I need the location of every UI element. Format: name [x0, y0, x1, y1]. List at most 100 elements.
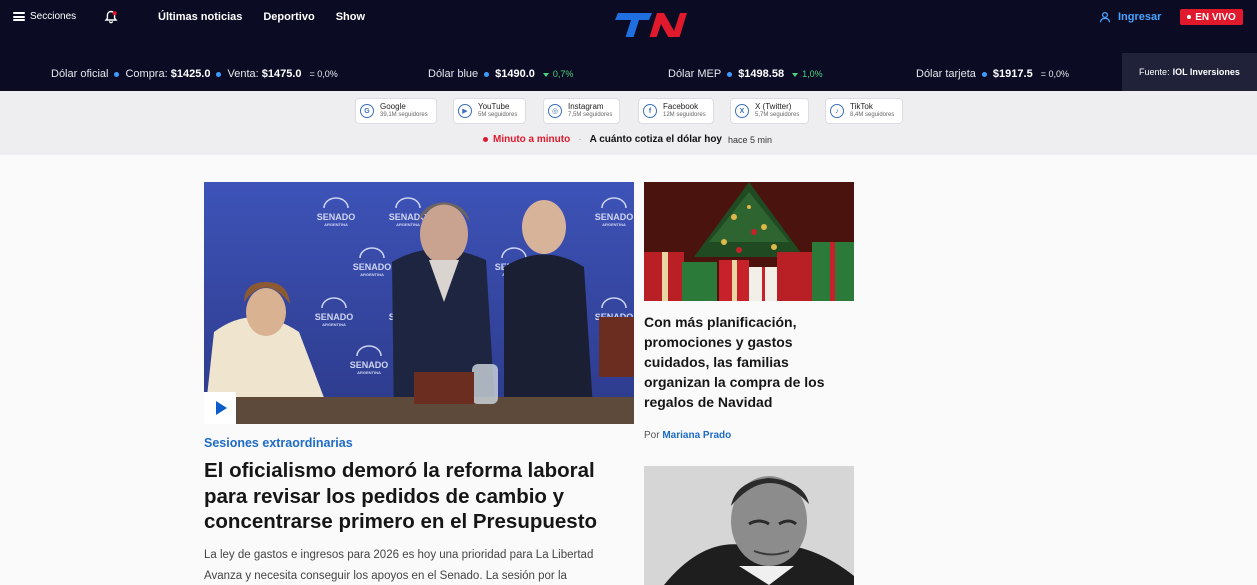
source-label: Fuente:	[1139, 67, 1170, 77]
portrait-image[interactable]	[644, 466, 854, 585]
user-icon	[1099, 11, 1111, 23]
social-youtube[interactable]: ▶ YouTube 5M seguidores	[453, 98, 526, 124]
compra-value: $1425.0	[170, 68, 211, 80]
google-icon: G	[360, 104, 374, 118]
ticker-name: Dólar oficial	[51, 68, 109, 80]
login-label: Ingresar	[1118, 11, 1162, 23]
live-label: EN VIVO	[1195, 11, 1236, 23]
ticker-blue[interactable]: Dólar blue $1490.0 0,7%	[428, 68, 573, 80]
main-story-image[interactable]: SENADO ARGENTINA SENADO ARGENTINA SENADO AR…	[204, 182, 634, 424]
variation-value: 0,7%	[552, 69, 574, 79]
variation-value: 1,0%	[802, 69, 823, 79]
x-icon: X	[735, 104, 749, 118]
hamburger-icon	[13, 12, 25, 21]
bullet-icon	[216, 71, 222, 77]
ticker-tarjeta[interactable]: Dólar tarjeta $1917.5 = 0,0%	[916, 68, 1069, 80]
login-button[interactable]: Ingresar	[1099, 11, 1161, 23]
sections-label: Secciones	[30, 11, 77, 22]
tiktok-icon: ♪	[830, 104, 844, 118]
social-name: X (Twitter)	[755, 102, 792, 111]
nav-link-deportivo[interactable]: Deportivo	[263, 11, 314, 23]
svg-text:SENADO: SENADO	[350, 360, 389, 370]
video-play-button[interactable]	[204, 392, 236, 424]
main-summary: La ley de gastos e ingresos para 2026 es…	[204, 549, 594, 582]
variation-value: = 0,0%	[1040, 69, 1069, 79]
live-dot-icon	[483, 137, 488, 142]
social-name: TikTok	[850, 102, 873, 111]
variation-up: 0,7%	[542, 69, 574, 79]
svg-text:ARGENTINA: ARGENTINA	[357, 370, 381, 375]
dollar-ticker: Dólar oficial Compra: $1425.0 Venta: $14…	[0, 37, 1257, 91]
side-headline[interactable]: Con más planificación, promociones y gas…	[644, 312, 854, 412]
svg-text:ARGENTINA: ARGENTINA	[396, 222, 420, 227]
author-link[interactable]: Mariana Prado	[662, 430, 731, 441]
social-followers: 7,5M seguidores	[568, 112, 613, 118]
main-headline[interactable]: El oficialismo demoró la reforma laboral…	[204, 458, 634, 535]
sections-menu-button[interactable]: Secciones	[13, 11, 76, 22]
ticker-mep[interactable]: Dólar MEP $1498.58 1,0%	[668, 68, 823, 80]
social-followers: 12M seguidores	[663, 112, 706, 118]
compra-label: Compra:	[125, 68, 168, 80]
social-followers: 5,7M seguidores	[755, 112, 800, 118]
bw-portrait-photo	[644, 466, 854, 585]
minuto-headline: A cuánto cotiza el dólar hoy	[589, 134, 722, 145]
social-name: Google	[380, 102, 406, 111]
bullet-icon	[727, 71, 733, 77]
main-nav-links: Últimas noticias Deportivo Show	[158, 11, 365, 23]
variation-value: = 0,0%	[309, 69, 338, 79]
bullet-icon	[484, 71, 490, 77]
play-icon	[216, 401, 227, 415]
svg-text:ARGENTINA: ARGENTINA	[322, 322, 346, 327]
social-followers: 39,1M seguidores	[380, 112, 428, 118]
byline-prefix: Por	[644, 430, 660, 441]
separator-dot: ·	[578, 134, 582, 145]
social-facebook[interactable]: f Facebook 12M seguidores	[638, 98, 714, 124]
minuto-time: hace 5 min	[728, 134, 773, 145]
bullet-icon	[114, 71, 120, 77]
facebook-icon: f	[643, 104, 657, 118]
live-dot-icon	[1187, 15, 1192, 19]
nav-link-ultimas[interactable]: Últimas noticias	[158, 11, 242, 23]
svg-text:SENADO: SENADO	[315, 312, 354, 322]
christmas-tree-photo	[644, 182, 854, 301]
ticker-name: Dólar blue	[428, 68, 479, 80]
social-name: YouTube	[478, 102, 510, 111]
instagram-icon: ◎	[548, 104, 562, 118]
social-instagram[interactable]: ◎ Instagram 7,5M seguidores	[543, 98, 620, 124]
ticker-value: $1917.5	[992, 68, 1033, 80]
live-button[interactable]: EN VIVO	[1180, 9, 1243, 25]
ticker-value: $1498.58	[738, 68, 785, 80]
social-x[interactable]: X X (Twitter) 5,7M seguidores	[730, 98, 809, 124]
nav-link-show[interactable]: Show	[336, 11, 365, 23]
ticker-oficial[interactable]: Dólar oficial Compra: $1425.0 Venta: $14…	[51, 68, 338, 80]
social-followers: 5M seguidores	[478, 112, 518, 118]
svg-text:ARGENTINA: ARGENTINA	[602, 222, 626, 227]
venta-label: Venta:	[227, 68, 259, 80]
social-google[interactable]: G Google 39,1M seguidores	[355, 98, 437, 124]
arrow-down-icon	[542, 72, 549, 77]
arrow-down-icon	[792, 72, 799, 77]
youtube-icon: ▶	[458, 104, 472, 118]
variation-up: 1,0%	[792, 69, 823, 79]
ticker-value: $1490.0	[495, 68, 535, 80]
side-byline: Por Mariana Prado	[644, 430, 731, 441]
top-navbar: Secciones Últimas noticias Deportivo Sho…	[0, 0, 1257, 42]
minute-by-minute-link[interactable]: Minuto a minuto · A cuánto cotiza el dól…	[483, 134, 772, 145]
senate-press-photo: SENADOARGENTINA SENADOARGENTINA SENADOAR…	[204, 182, 634, 424]
svg-text:ARGENTINA: ARGENTINA	[360, 272, 384, 277]
social-tiktok[interactable]: ♪ TikTok 8,4M seguidores	[825, 98, 903, 124]
social-bar: G Google 39,1M seguidores ▶ YouTube 5M seg…	[0, 91, 1257, 155]
ticker-name: Dólar MEP	[668, 68, 722, 80]
svg-text:SENADO: SENADO	[595, 212, 634, 222]
venta-value: $1475.0	[261, 68, 302, 80]
social-name: Facebook	[663, 102, 699, 111]
christmas-gifts-image[interactable]	[644, 182, 854, 301]
story-kicker[interactable]: Sesiones extraordinarias	[204, 436, 353, 450]
social-followers: 8,4M seguidores	[850, 112, 895, 118]
svg-text:ARGENTINA: ARGENTINA	[324, 222, 348, 227]
source-name: IOL Inversiones	[1172, 67, 1240, 77]
bullet-icon	[981, 71, 987, 77]
ticker-source[interactable]: Fuente: IOL Inversiones	[1122, 53, 1257, 91]
minuto-label: Minuto a minuto	[493, 134, 571, 145]
bell-icon[interactable]	[104, 10, 118, 24]
